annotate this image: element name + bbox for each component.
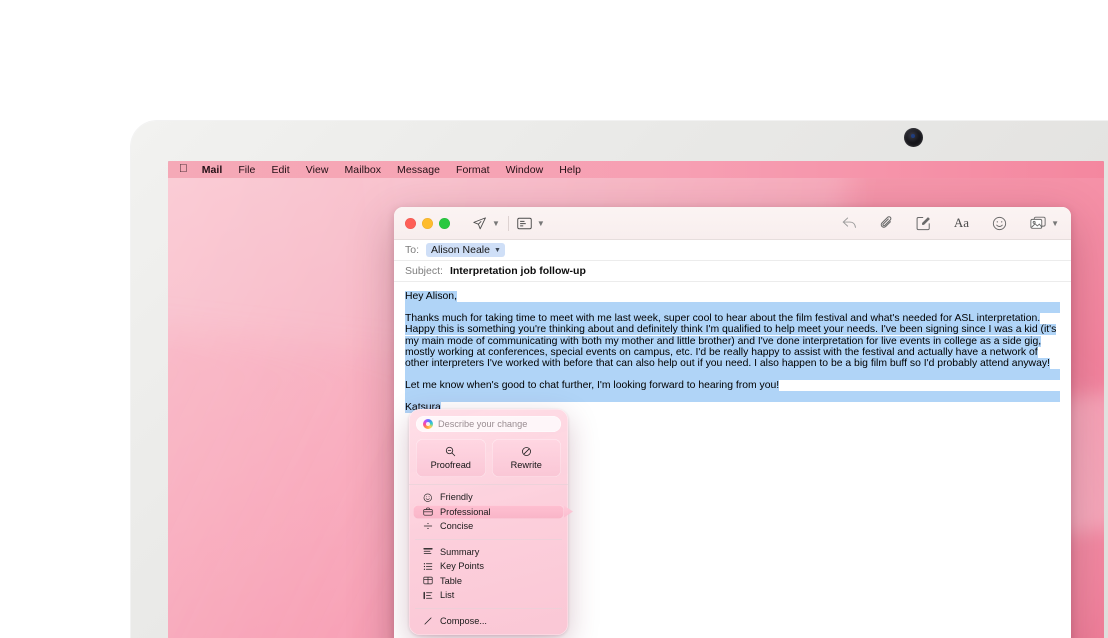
mail-body-editor[interactable]: Hey Alison, Thanks much for taking time …	[394, 282, 1071, 414]
apple-logo-icon[interactable]: 	[179, 164, 188, 176]
writing-tools-item-compose[interactable]: Compose...	[413, 614, 564, 629]
table-grid-icon	[422, 576, 433, 585]
summary-label: Summary	[440, 547, 479, 557]
menubar-item-edit[interactable]: Edit	[271, 164, 289, 176]
toolbar-divider	[508, 216, 509, 231]
body-spacer	[405, 369, 1060, 380]
writing-tools-action-cards: Proofread Rewrite	[409, 439, 568, 484]
compose-label: Compose...	[440, 616, 487, 626]
menubar-item-message[interactable]: Message	[397, 164, 440, 176]
writing-tools-popover: Proofread Rewrite	[409, 409, 568, 635]
webcam-lens-icon	[904, 128, 923, 147]
body-paragraph-2-text: Let me know when's good to chat further,…	[405, 380, 779, 391]
macos-menubar:  Mail File Edit View Mailbox Message Fo…	[168, 161, 1104, 178]
body-paragraph-2: Let me know when's good to chat further,…	[405, 380, 1060, 391]
writing-tools-item-professional[interactable]: Professional	[413, 505, 564, 520]
body-greeting-text: Hey Alison,	[405, 291, 457, 302]
body-paragraph-1-text: Thanks much for taking time to meet with…	[405, 313, 1056, 369]
compose-toolbar: ▼ ▼	[394, 207, 1071, 240]
compose-toolbar-right-group: Aa	[842, 212, 1059, 234]
photo-browser-icon[interactable]: ▼	[1030, 212, 1059, 234]
popover-divider	[415, 608, 562, 609]
friendly-label: Friendly	[440, 492, 473, 502]
subject-field-row[interactable]: Subject: Interpretation job follow-up	[394, 261, 1071, 282]
to-label: To:	[405, 244, 419, 256]
rewrite-label: Rewrite	[511, 460, 542, 470]
send-button[interactable]	[472, 212, 487, 234]
describe-change-input[interactable]	[438, 419, 554, 429]
stationery-card-icon[interactable]	[517, 212, 532, 234]
rewrite-button[interactable]: Rewrite	[492, 439, 562, 477]
format-text-icon[interactable]: Aa	[954, 212, 969, 234]
send-options-chevron-down-icon[interactable]: ▼	[487, 212, 500, 234]
smiley-face-icon	[422, 493, 433, 503]
menubar-item-format[interactable]: Format	[456, 164, 490, 176]
menubar-item-help[interactable]: Help	[559, 164, 581, 176]
subject-value[interactable]: Interpretation job follow-up	[450, 265, 586, 277]
subject-label: Subject:	[405, 265, 443, 277]
list-indent-icon	[422, 591, 433, 600]
window-traffic-lights	[405, 218, 450, 229]
table-label: Table	[440, 576, 462, 586]
menubar-item-mailbox[interactable]: Mailbox	[345, 164, 382, 176]
format-options-group: Summary Key Points	[409, 543, 568, 605]
popover-divider	[409, 484, 568, 485]
macbook-screen:  Mail File Edit View Mailbox Message Fo…	[168, 161, 1104, 638]
proofread-button[interactable]: Proofread	[416, 439, 486, 477]
zoom-window-button[interactable]	[439, 218, 450, 229]
menubar-item-file[interactable]: File	[238, 164, 255, 176]
writing-tools-item-summary[interactable]: Summary	[413, 545, 564, 560]
tone-options-group: Friendly Professional	[409, 488, 568, 536]
proofread-label: Proofread	[431, 460, 471, 470]
compose-group: Compose...	[409, 612, 568, 631]
recipient-chevron-down-icon[interactable]: ▼	[494, 247, 501, 254]
describe-change-field[interactable]	[416, 416, 561, 432]
popover-divider	[415, 539, 562, 540]
writing-tools-item-table[interactable]: Table	[413, 574, 564, 589]
divide-concise-icon	[422, 521, 433, 531]
screenshot-root:  Mail File Edit View Mailbox Message Fo…	[0, 0, 1108, 638]
magnifier-proofread-icon	[445, 446, 456, 457]
professional-label: Professional	[440, 507, 491, 517]
briefcase-icon	[422, 507, 433, 516]
pencil-compose-icon	[422, 616, 433, 626]
close-window-button[interactable]	[405, 218, 416, 229]
menubar-item-mail[interactable]: Mail	[202, 164, 223, 176]
photo-chevron-down-icon[interactable]: ▼	[1051, 219, 1059, 228]
rewrite-circle-icon	[521, 446, 532, 457]
markup-pen-icon[interactable]	[916, 212, 931, 234]
body-spacer	[405, 391, 1060, 402]
recipient-chip-alison-neale[interactable]: Alison Neale ▼	[426, 243, 505, 257]
key-points-list-icon	[422, 562, 433, 571]
list-label: List	[440, 590, 454, 600]
key-points-label: Key Points	[440, 561, 484, 571]
stationery-chevron-down-icon[interactable]: ▼	[532, 212, 545, 234]
to-field-row[interactable]: To: Alison Neale ▼	[394, 240, 1071, 261]
attach-paperclip-icon[interactable]	[880, 212, 893, 234]
menubar-item-window[interactable]: Window	[506, 164, 544, 176]
menubar-item-view[interactable]: View	[306, 164, 329, 176]
minimize-window-button[interactable]	[422, 218, 433, 229]
emoji-smiley-icon[interactable]	[992, 212, 1007, 234]
recipient-name: Alison Neale	[431, 244, 490, 256]
apple-intelligence-icon	[423, 419, 433, 429]
writing-tools-item-concise[interactable]: Concise	[413, 519, 564, 534]
concise-label: Concise	[440, 521, 473, 531]
summary-lines-icon	[422, 547, 433, 556]
reply-arrow-icon[interactable]	[842, 212, 857, 234]
body-paragraph-1: Thanks much for taking time to meet with…	[405, 313, 1060, 369]
writing-tools-item-list[interactable]: List	[413, 588, 564, 603]
body-greeting: Hey Alison,	[405, 291, 1060, 302]
writing-tools-item-friendly[interactable]: Friendly	[413, 490, 564, 505]
body-spacer	[405, 302, 1060, 313]
writing-tools-item-key-points[interactable]: Key Points	[413, 559, 564, 574]
